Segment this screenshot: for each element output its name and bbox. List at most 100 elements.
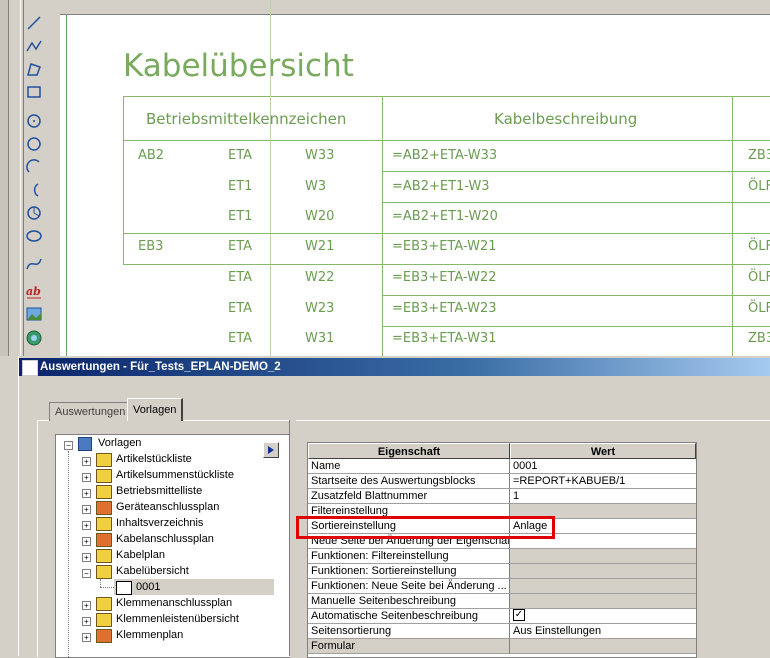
template-icon <box>96 597 112 611</box>
arc-icon[interactable] <box>23 156 45 178</box>
property-grid[interactable]: Eigenschaft Wert Name 0001 Startseite des… <box>307 442 697 658</box>
tree-item[interactable]: Kabelplan <box>116 547 165 563</box>
cell: =EB3+ETA-W23 <box>392 301 497 316</box>
tree-item[interactable]: Kabelanschlussplan <box>116 531 214 547</box>
circle-icon[interactable] <box>23 133 45 155</box>
tree-item[interactable]: Geräteanschlussplan <box>116 499 219 515</box>
tree-root[interactable]: Vorlagen <box>98 435 141 451</box>
property-row[interactable]: Name 0001 <box>308 459 696 474</box>
cell: ÖLF <box>748 239 770 254</box>
form-icon <box>116 581 132 595</box>
tree-item[interactable]: Klemmenplan <box>116 627 183 643</box>
property-row[interactable]: Funktionen: Filtereinstellung <box>308 549 696 564</box>
property-row[interactable]: Manuelle Seitenbeschreibung <box>308 594 696 609</box>
splitter[interactable] <box>289 420 296 656</box>
property-row[interactable]: Automatische Seitenbeschreibung ✓ <box>308 609 696 624</box>
circle-center-icon[interactable] <box>23 110 45 132</box>
cell: ETA <box>228 239 253 254</box>
cell: W23 <box>305 301 335 316</box>
spline-icon[interactable] <box>23 253 45 275</box>
drawing-toolbar: ab <box>0 0 60 356</box>
cell: ÖLF <box>748 301 770 316</box>
checkbox-icon[interactable]: ✓ <box>513 609 525 622</box>
cell: ETA <box>228 301 253 316</box>
expand-icon[interactable]: + <box>82 553 91 562</box>
line-icon[interactable] <box>23 12 45 34</box>
expand-icon[interactable]: + <box>82 617 91 626</box>
polygon-icon[interactable] <box>23 58 45 80</box>
page-border <box>66 14 67 356</box>
tab-auswertungen[interactable]: Auswertungen <box>49 402 132 421</box>
tree-item[interactable]: Artikelstückliste <box>116 451 192 467</box>
property-row[interactable]: Seitensortierung Aus Einstellungen <box>308 624 696 639</box>
reports-dialog: Auswertungen - Für_Tests_EPLAN-DEMO_2 Au… <box>18 356 770 658</box>
expand-icon[interactable]: + <box>82 537 91 546</box>
cell: W31 <box>305 331 335 346</box>
collapse-icon[interactable]: − <box>82 569 91 578</box>
folder-icon <box>78 437 92 451</box>
tree-item[interactable]: Inhaltsverzeichnis <box>116 515 203 531</box>
arrow-right-button[interactable] <box>263 442 279 458</box>
dialog-titlebar[interactable]: Auswertungen - Für_Tests_EPLAN-DEMO_2 <box>19 358 770 376</box>
drawing-canvas[interactable]: Kabelübersicht Betriebsmittelkennzeichen… <box>60 0 770 356</box>
column-header-bmk: Betriebsmittelkennzeichen <box>146 110 347 128</box>
expand-icon[interactable]: + <box>82 601 91 610</box>
cell: ETA <box>228 270 253 285</box>
tree-item[interactable]: Klemmenanschlussplan <box>116 595 232 611</box>
expand-icon[interactable]: + <box>82 473 91 482</box>
header-wert[interactable]: Wert <box>510 443 696 459</box>
object-icon[interactable] <box>23 327 45 349</box>
rectangle-icon[interactable] <box>23 81 45 103</box>
expand-icon[interactable]: + <box>82 457 91 466</box>
template-icon <box>96 453 112 467</box>
header-eigenschaft[interactable]: Eigenschaft <box>308 443 510 459</box>
svg-text:ab: ab <box>26 285 41 298</box>
cell: W3 <box>305 179 327 194</box>
expand-icon[interactable]: + <box>82 489 91 498</box>
template-tree[interactable]: − Vorlagen + Artikelstückliste + Artikel… <box>55 434 290 658</box>
template-icon <box>96 517 112 531</box>
cell: W22 <box>305 270 335 285</box>
cell: ETA <box>228 148 253 163</box>
sector-icon[interactable] <box>23 202 45 224</box>
play-icon <box>268 446 274 454</box>
expand-icon[interactable]: + <box>82 633 91 642</box>
image-icon[interactable] <box>23 303 45 325</box>
cell: =AB2+ETA-W33 <box>392 148 498 163</box>
cell: =AB2+ET1-W20 <box>392 209 498 224</box>
property-row[interactable]: Formular <box>308 639 696 654</box>
template-icon <box>96 613 112 627</box>
cell: AB2 <box>138 148 165 163</box>
tree-item-selected[interactable]: 0001 <box>136 579 160 595</box>
tree-item[interactable]: Klemmenleistenübersicht <box>116 611 239 627</box>
cell: ZB3 <box>748 331 770 346</box>
property-row[interactable]: Funktionen: Neue Seite bei Änderung ... <box>308 579 696 594</box>
cell: ET1 <box>228 209 253 224</box>
property-row[interactable]: Zusatzfeld Blattnummer 1 <box>308 489 696 504</box>
polyline-icon[interactable] <box>23 35 45 57</box>
property-row[interactable]: Funktionen: Sortiereinstellung <box>308 564 696 579</box>
cell: W20 <box>305 209 335 224</box>
cell: =EB3+ETA-W21 <box>392 239 497 254</box>
cell: EB3 <box>138 239 164 254</box>
canvas-ruler <box>60 0 770 15</box>
text-icon[interactable]: ab <box>23 280 45 302</box>
arc2-icon[interactable] <box>23 179 45 201</box>
tree-item[interactable]: Kabelübersicht <box>116 563 189 579</box>
template-icon <box>96 565 112 579</box>
cell: ÖLF <box>748 179 770 194</box>
property-row[interactable]: Startseite des Auswertungsblocks =REPORT+… <box>308 474 696 489</box>
auto-page-desc-value[interactable]: ✓ <box>510 609 696 624</box>
cell: ETA <box>228 331 253 346</box>
cell: ZB3 <box>748 148 770 163</box>
collapse-icon[interactable]: − <box>64 441 73 450</box>
template-icon <box>96 629 112 643</box>
tab-vorlagen[interactable]: Vorlagen <box>127 398 184 421</box>
expand-icon[interactable]: + <box>82 505 91 514</box>
expand-icon[interactable]: + <box>82 521 91 530</box>
report-title: Kabelübersicht <box>123 48 354 84</box>
red-highlight-box <box>296 516 555 539</box>
ellipse-icon[interactable] <box>23 225 45 247</box>
tree-item[interactable]: Betriebsmittelliste <box>116 483 202 499</box>
tree-item[interactable]: Artikelsummenstückliste <box>116 467 234 483</box>
